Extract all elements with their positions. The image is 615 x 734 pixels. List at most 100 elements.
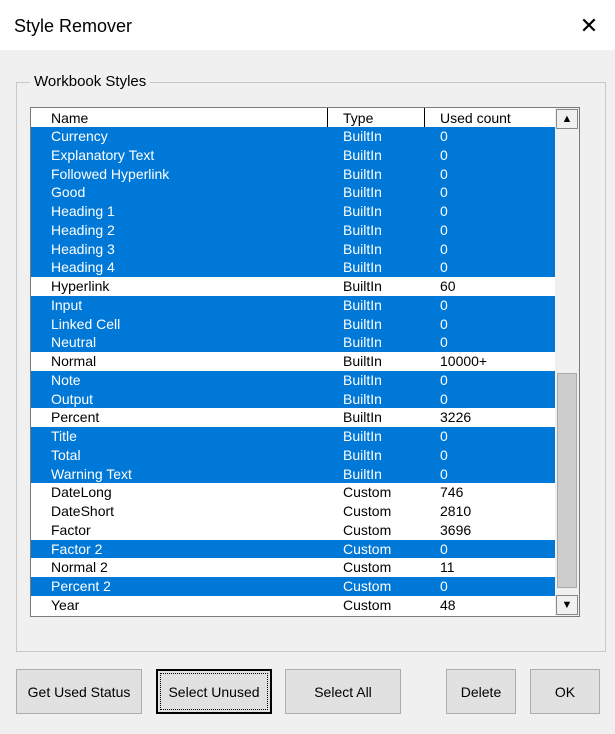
column-header-name[interactable]: Name: [51, 110, 88, 126]
style-type: BuiltIn: [343, 203, 382, 219]
style-type: BuiltIn: [343, 146, 382, 163]
list-item[interactable]: Percent BuiltIn 3226: [31, 408, 555, 427]
list-item[interactable]: Heading 2 BuiltIn 0: [31, 220, 555, 240]
style-used-count: 0: [440, 146, 448, 163]
select-all-button[interactable]: Select All: [285, 669, 401, 714]
list-item[interactable]: Good BuiltIn 0: [31, 183, 555, 202]
style-name: DateLong: [51, 484, 112, 501]
style-name: Output: [51, 390, 94, 407]
style-used-count: 0: [440, 128, 448, 144]
list-item[interactable]: Title BuiltIn 0: [31, 427, 555, 446]
style-name: Note: [51, 371, 81, 388]
style-type: BuiltIn: [343, 240, 382, 257]
scrollbar-thumb[interactable]: [557, 373, 577, 588]
style-used-count: 0: [440, 221, 448, 238]
style-type: BuiltIn: [343, 428, 382, 444]
list-item[interactable]: Normal BuiltIn 10000+: [31, 352, 555, 371]
style-type: BuiltIn: [343, 278, 382, 294]
style-name: Normal 2: [51, 559, 108, 576]
scroll-up-icon[interactable]: ▲: [556, 109, 578, 129]
list-rows: Currency BuiltIn 0 Explanatory Text BuiltIn 0…: [31, 127, 555, 615]
column-divider[interactable]: [327, 108, 328, 127]
list-item[interactable]: Warning Text BuiltIn 0: [31, 464, 555, 484]
style-used-count: 48: [440, 596, 456, 613]
list-item[interactable]: Hyperlink BuiltIn 60: [31, 277, 555, 296]
style-type: BuiltIn: [343, 390, 382, 407]
style-type: Custom: [343, 484, 392, 501]
group-label: Workbook Styles: [30, 73, 151, 90]
style-name: Currency: [51, 128, 108, 144]
list-item[interactable]: Note BuiltIn 0: [31, 370, 555, 390]
style-name: Heading 4: [51, 259, 115, 276]
list-item[interactable]: Heading 1 BuiltIn 0: [31, 202, 555, 221]
scroll-down-icon[interactable]: ▼: [556, 595, 578, 615]
style-name: Factor 2: [51, 540, 103, 557]
list-item[interactable]: Currency BuiltIn 0: [31, 127, 555, 146]
style-used-count: 0: [440, 203, 448, 219]
list-item[interactable]: Explanatory Text BuiltIn 0: [31, 145, 555, 165]
list-item[interactable]: Linked Cell BuiltIn 0: [31, 314, 555, 334]
select-unused-button[interactable]: Select Unused: [156, 669, 272, 714]
list-item[interactable]: Normal 2 Custom 11: [31, 558, 555, 577]
list-item[interactable]: Heading 4 BuiltIn 0: [31, 258, 555, 277]
style-type: BuiltIn: [343, 371, 382, 388]
style-used-count: 0: [440, 371, 448, 388]
style-used-count: 0: [440, 259, 448, 276]
list-item[interactable]: Input BuiltIn 0: [31, 295, 555, 315]
style-type: Custom: [343, 559, 392, 576]
style-name: Linked Cell: [51, 315, 121, 332]
list-item[interactable]: Heading 3 BuiltIn 0: [31, 239, 555, 259]
style-name: Hyperlink: [51, 278, 110, 294]
column-header-type[interactable]: Type: [343, 110, 373, 126]
list-item[interactable]: Factor Custom 3696: [31, 521, 555, 540]
style-used-count: 11: [440, 559, 455, 576]
vertical-scrollbar[interactable]: ▲ ▼: [555, 108, 579, 616]
style-used-count: 0: [440, 296, 448, 313]
style-type: Custom: [343, 521, 392, 538]
list-item[interactable]: Neutral BuiltIn 0: [31, 333, 555, 352]
style-used-count: 0: [440, 334, 448, 351]
style-used-count: 0: [440, 240, 448, 257]
list-item[interactable]: Percent 2 Custom 0: [31, 577, 555, 596]
style-type: BuiltIn: [343, 446, 382, 463]
style-type: BuiltIn: [343, 184, 382, 201]
style-type: BuiltIn: [343, 334, 382, 351]
window-title: Style Remover: [14, 16, 133, 36]
get-used-status-button[interactable]: Get Used Status: [16, 669, 142, 714]
style-used-count: 0: [440, 446, 448, 463]
column-divider[interactable]: [424, 108, 425, 127]
style-used-count: 746: [440, 484, 464, 501]
style-name: Heading 3: [51, 240, 115, 257]
style-name: Normal: [51, 353, 97, 369]
style-type: BuiltIn: [343, 465, 382, 482]
style-name: Percent: [51, 409, 100, 426]
list-header: Name Type Used count: [31, 108, 555, 128]
style-name: Title: [51, 428, 77, 444]
style-name: Heading 2: [51, 221, 115, 238]
list-item[interactable]: Year Custom 48: [31, 596, 555, 615]
list-item[interactable]: Total BuiltIn 0: [31, 445, 555, 465]
ok-button[interactable]: OK: [530, 669, 600, 714]
list-item[interactable]: DateShort Custom 2810: [31, 502, 555, 521]
list-item[interactable]: Output BuiltIn 0: [31, 389, 555, 409]
list-item[interactable]: DateLong Custom 746: [31, 483, 555, 502]
style-name: Total: [51, 446, 81, 463]
style-name: Warning Text: [51, 465, 132, 482]
style-type: Custom: [343, 503, 392, 519]
style-used-count: 0: [440, 315, 448, 332]
styles-list[interactable]: Name Type Used count Currency BuiltIn 0 Exp…: [30, 107, 580, 617]
list-item[interactable]: Factor 2 Custom 0: [31, 539, 555, 559]
style-used-count: 3696: [440, 521, 472, 538]
style-name: Explanatory Text: [51, 146, 155, 163]
list-item[interactable]: Followed Hyperlink BuiltIn 0: [31, 164, 555, 184]
close-icon[interactable]: ✕: [576, 13, 602, 39]
style-type: Custom: [343, 540, 392, 557]
delete-button[interactable]: Delete: [446, 669, 516, 714]
style-type: BuiltIn: [343, 128, 382, 144]
style-name: Year: [51, 596, 80, 613]
style-type: BuiltIn: [343, 296, 382, 313]
style-used-count: 0: [440, 465, 448, 482]
column-header-used-count[interactable]: Used count: [440, 110, 511, 126]
style-type: BuiltIn: [343, 165, 382, 182]
style-type: BuiltIn: [343, 409, 382, 426]
